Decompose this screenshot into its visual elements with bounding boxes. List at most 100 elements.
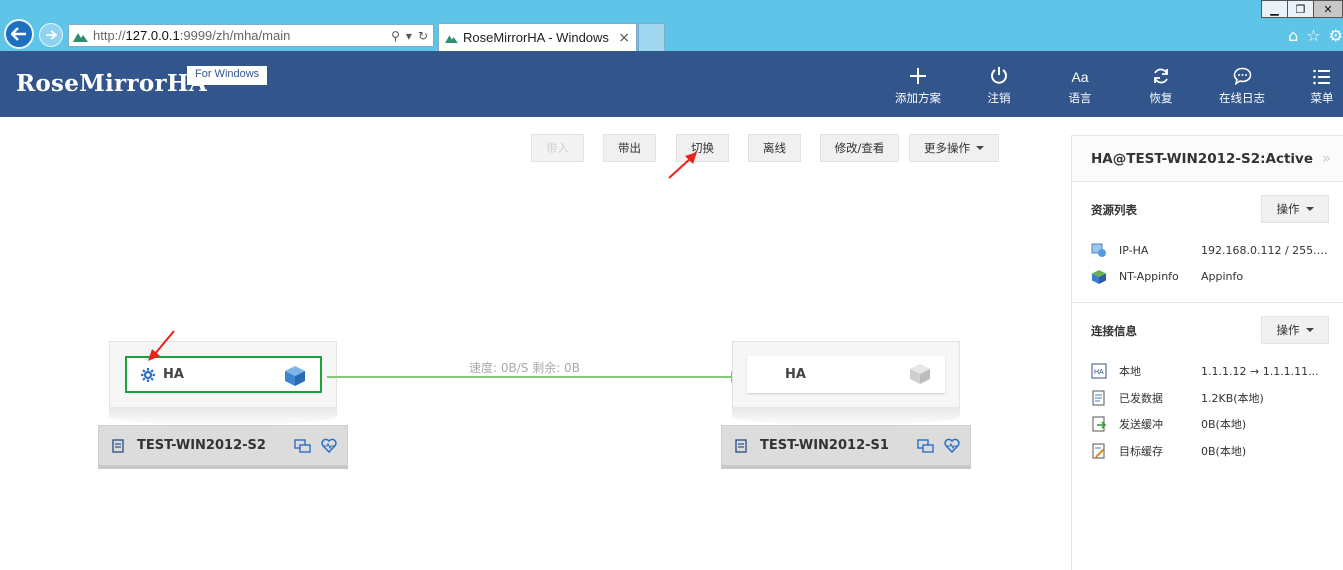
panel-title: HA@TEST-WIN2012-S2:Active — [1072, 135, 1343, 182]
annotation-arrow-icon — [148, 330, 175, 361]
add-plan-label: 添加方案 — [895, 91, 941, 105]
heartbeat-icon[interactable] — [321, 438, 337, 453]
server-icon — [112, 438, 124, 453]
connection-key: 发送缓冲 — [1119, 418, 1163, 432]
plus-icon — [910, 68, 926, 84]
restore-button[interactable]: ❐ — [1287, 0, 1314, 18]
network-config-icon[interactable] — [294, 438, 311, 453]
online-log-label: 在线日志 — [1219, 91, 1265, 105]
add-plan-button[interactable]: 添加方案 — [883, 51, 953, 117]
settings-gear-icon[interactable]: ⚙ — [1329, 26, 1343, 45]
detail-panel: HA@TEST-WIN2012-S2:Active » 资源列表 操作 IP-H… — [1071, 135, 1343, 570]
caret-down-icon — [1305, 207, 1314, 211]
host-shelf-shadow — [109, 407, 337, 425]
more-actions-dropdown[interactable]: 更多操作 — [909, 134, 999, 162]
favorites-star-icon[interactable]: ☆ — [1306, 26, 1320, 45]
reload-icon[interactable]: ↻ — [418, 29, 428, 43]
browser-forward-button[interactable] — [39, 23, 63, 47]
target-cache-icon — [1092, 443, 1105, 459]
app-header: RoseMirrorHA For Windows 添加方案 注销 Aa 语言 恢… — [0, 51, 1343, 117]
host-base: TEST-WIN2012-S2 — [98, 425, 348, 469]
resource-key: IP-HA — [1119, 243, 1149, 257]
modify-view-button[interactable]: 修改/查看 — [820, 134, 899, 162]
back-arrow-icon — [11, 27, 26, 41]
window-controls: ▁ ❐ ✕ — [1261, 0, 1343, 18]
logout-label: 注销 — [987, 91, 1011, 105]
resource-operate-dropdown[interactable]: 操作 — [1261, 195, 1329, 223]
connection-row[interactable]: 已发数据 1.2KB(本地) — [1091, 385, 1343, 412]
browser-back-button[interactable] — [4, 19, 34, 49]
connection-key: 本地 — [1119, 365, 1141, 379]
home-icon[interactable]: ⌂ — [1288, 26, 1298, 45]
resource-value: Appinfo — [1201, 270, 1244, 284]
search-icon[interactable]: ⚲ — [391, 29, 400, 43]
browser-chrome: http://127.0.0.1:9999/zh/mha/main ⚲ ▾ ↻ … — [0, 0, 1343, 51]
resource-row[interactable]: IP-HA 192.168.0.112 / 255.255.2... — [1091, 237, 1343, 264]
service-resource-icon — [1092, 269, 1106, 284]
connection-row[interactable]: 目标缓存 0B(本地) — [1091, 438, 1343, 465]
resource-key: NT-Appinfo — [1119, 270, 1179, 284]
browser-toolbar-icons: ⌂ ☆ ⚙ — [1288, 26, 1343, 45]
power-icon — [991, 67, 1007, 84]
connection-row[interactable]: HA 本地 1.1.1.12 → 1.1.1.11... — [1091, 358, 1343, 385]
chat-log-icon — [1233, 67, 1251, 85]
url-text[interactable]: http://127.0.0.1:9999/zh/mha/main — [93, 28, 391, 43]
host-name: TEST-WIN2012-S1 — [760, 438, 889, 453]
browser-tab[interactable]: RoseMirrorHA - Windows × — [438, 23, 637, 51]
resource-group-ha-standby[interactable]: HA — [747, 356, 945, 393]
host-base: TEST-WIN2012-S1 — [721, 425, 971, 469]
connection-value: 0B(本地) — [1201, 418, 1247, 432]
tab-favicon-icon — [445, 35, 458, 43]
caret-down-icon — [976, 146, 984, 150]
resource-list-section: 资源列表 操作 IP-HA 192.168.0.112 / 255.255.2.… — [1072, 182, 1343, 290]
operate-label: 操作 — [1276, 202, 1300, 216]
export-button[interactable]: 带出 — [603, 134, 656, 162]
address-bar[interactable]: http://127.0.0.1:9999/zh/mha/main ⚲ ▾ ↻ — [68, 24, 434, 47]
online-log-button[interactable]: 在线日志 — [1207, 51, 1277, 117]
tab-title: RoseMirrorHA - Windows — [463, 30, 609, 45]
resource-group-label: HA — [785, 367, 806, 382]
resource-value: 192.168.0.112 / 255.255.2... — [1201, 243, 1329, 257]
site-favicon-icon — [73, 33, 88, 42]
host-shelf-shadow — [732, 407, 960, 425]
connection-value: 1.2KB(本地) — [1201, 391, 1264, 405]
svg-text:HA: HA — [1094, 369, 1104, 376]
connection-row[interactable]: 发送缓冲 0B(本地) — [1091, 411, 1343, 438]
operate-label: 操作 — [1276, 323, 1300, 337]
forward-arrow-icon — [46, 30, 57, 40]
connection-key: 已发数据 — [1119, 391, 1163, 405]
settings-gear-icon[interactable] — [140, 367, 156, 383]
dropdown-icon[interactable]: ▾ — [406, 29, 412, 43]
network-config-icon[interactable] — [917, 438, 934, 453]
offline-button[interactable]: 离线 — [748, 134, 801, 162]
send-buffer-icon — [1092, 416, 1107, 432]
language-button[interactable]: Aa 语言 — [1045, 51, 1115, 117]
server-icon — [735, 438, 747, 453]
restore-plan-button[interactable]: 恢复 — [1126, 51, 1196, 117]
heartbeat-icon[interactable] — [944, 438, 960, 453]
connection-info-section: 连接信息 操作 HA 本地 1.1.1.12 → 1.1.1.11... 已发数… — [1072, 303, 1343, 464]
standby-cube-icon — [910, 364, 930, 384]
refresh-icon — [1154, 68, 1168, 84]
language-label: 语言 — [1068, 91, 1092, 105]
edition-badge: For Windows — [187, 66, 268, 85]
logout-button[interactable]: 注销 — [964, 51, 1034, 117]
more-actions-label: 更多操作 — [924, 141, 970, 155]
restore-label: 恢复 — [1149, 91, 1173, 105]
menu-button[interactable]: 菜单 — [1287, 51, 1343, 117]
active-cube-icon — [285, 366, 305, 386]
window-close-button[interactable]: ✕ — [1313, 0, 1343, 18]
connection-operate-dropdown[interactable]: 操作 — [1261, 316, 1329, 344]
connection-value: 1.1.1.12 → 1.1.1.11... — [1201, 364, 1319, 378]
replication-link-line — [327, 376, 735, 378]
new-tab-button[interactable] — [638, 23, 665, 51]
minimize-button[interactable]: ▁ — [1261, 0, 1288, 18]
resource-row[interactable]: NT-Appinfo Appinfo — [1091, 264, 1343, 291]
collapse-panel-icon[interactable]: » — [1322, 149, 1331, 167]
connection-key: 目标缓存 — [1119, 444, 1163, 458]
sent-data-icon — [1092, 390, 1105, 406]
resource-group-label: HA — [163, 367, 184, 382]
caret-down-icon — [1305, 328, 1314, 332]
tab-close-icon[interactable]: × — [618, 30, 636, 46]
import-button[interactable]: 带入 — [531, 134, 584, 162]
